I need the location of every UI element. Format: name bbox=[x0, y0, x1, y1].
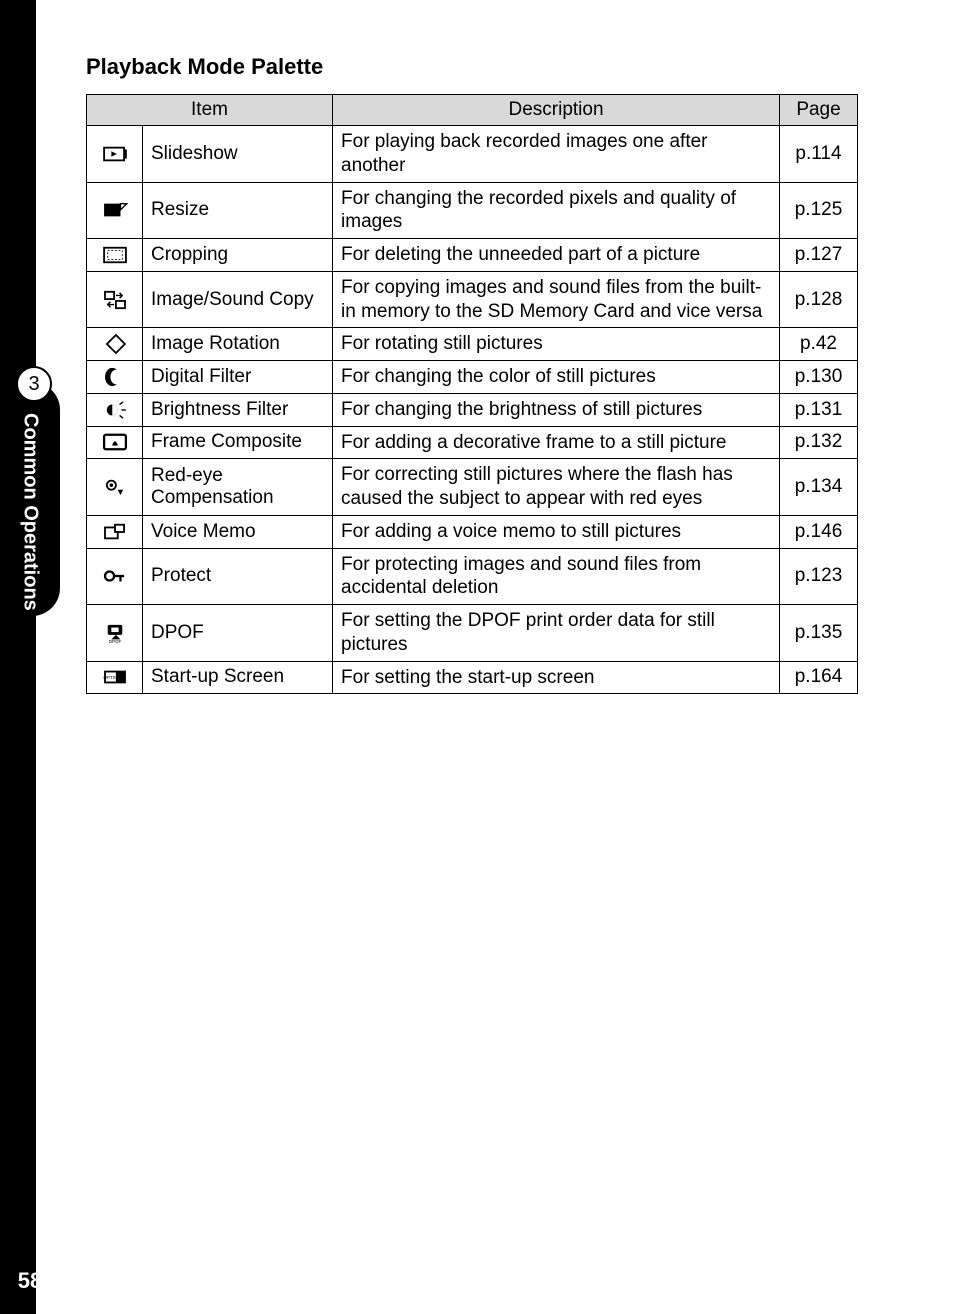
header-description: Description bbox=[333, 95, 780, 126]
item-name: DPOF bbox=[143, 605, 333, 662]
page-ref: p.125 bbox=[780, 182, 858, 239]
page-ref: p.127 bbox=[780, 239, 858, 272]
item-description: For playing back recorded images one aft… bbox=[333, 126, 780, 183]
item-description: For deleting the unneeded part of a pict… bbox=[333, 239, 780, 272]
item-name: Brightness Filter bbox=[143, 393, 333, 426]
table-row: Digital FilterFor changing the color of … bbox=[87, 361, 858, 394]
table-row: ResizeFor changing the recorded pixels a… bbox=[87, 182, 858, 239]
page-ref: p.128 bbox=[780, 271, 858, 328]
startup-icon bbox=[87, 661, 143, 694]
header-page: Page bbox=[780, 95, 858, 126]
page-ref: p.135 bbox=[780, 605, 858, 662]
item-name: Image Rotation bbox=[143, 328, 333, 361]
rotate-icon bbox=[87, 328, 143, 361]
content-area: Playback Mode Palette Item Description P… bbox=[86, 54, 858, 694]
item-name: Resize bbox=[143, 182, 333, 239]
page-ref: p.132 bbox=[780, 426, 858, 459]
crop-icon bbox=[87, 239, 143, 272]
page-title: Playback Mode Palette bbox=[86, 54, 858, 80]
item-description: For adding a decorative frame to a still… bbox=[333, 426, 780, 459]
item-name: Protect bbox=[143, 548, 333, 605]
item-description: For copying images and sound files from … bbox=[333, 271, 780, 328]
brightness-icon bbox=[87, 393, 143, 426]
table-row: Voice MemoFor adding a voice memo to sti… bbox=[87, 515, 858, 548]
item-name: Frame Composite bbox=[143, 426, 333, 459]
page-ref: p.164 bbox=[780, 661, 858, 694]
table-row: Red-eye CompensationFor correcting still… bbox=[87, 459, 858, 516]
table-row: Start-up ScreenFor setting the start-up … bbox=[87, 661, 858, 694]
page-ref: p.123 bbox=[780, 548, 858, 605]
page: 3 Common Operations Playback Mode Palett… bbox=[0, 0, 954, 1314]
item-name: Start-up Screen bbox=[143, 661, 333, 694]
table-row: Frame CompositeFor adding a decorative f… bbox=[87, 426, 858, 459]
item-name: Red-eye Compensation bbox=[143, 459, 333, 516]
page-ref: p.134 bbox=[780, 459, 858, 516]
palette-table: Item Description Page SlideshowFor playi… bbox=[86, 94, 858, 694]
item-description: For setting the start-up screen bbox=[333, 661, 780, 694]
copy-icon bbox=[87, 271, 143, 328]
item-name: Slideshow bbox=[143, 126, 333, 183]
page-ref: p.131 bbox=[780, 393, 858, 426]
slideshow-icon bbox=[87, 126, 143, 183]
item-name: Digital Filter bbox=[143, 361, 333, 394]
item-description: For changing the recorded pixels and qua… bbox=[333, 182, 780, 239]
item-name: Cropping bbox=[143, 239, 333, 272]
chapter-tab: 3 Common Operations bbox=[0, 382, 60, 616]
redeye-icon bbox=[87, 459, 143, 516]
chapter-label: Common Operations bbox=[0, 412, 60, 612]
frame-icon bbox=[87, 426, 143, 459]
voice-memo-icon bbox=[87, 515, 143, 548]
table-row: CroppingFor deleting the unneeded part o… bbox=[87, 239, 858, 272]
item-description: For changing the color of still pictures bbox=[333, 361, 780, 394]
item-description: For setting the DPOF print order data fo… bbox=[333, 605, 780, 662]
page-ref: p.146 bbox=[780, 515, 858, 548]
page-ref: p.114 bbox=[780, 126, 858, 183]
table-row: DPOFFor setting the DPOF print order dat… bbox=[87, 605, 858, 662]
item-description: For correcting still pictures where the … bbox=[333, 459, 780, 516]
left-black-strip bbox=[0, 0, 36, 1314]
table-row: Image/Sound CopyFor copying images and s… bbox=[87, 271, 858, 328]
item-description: For changing the brightness of still pic… bbox=[333, 393, 780, 426]
table-row: Brightness FilterFor changing the bright… bbox=[87, 393, 858, 426]
item-description: For protecting images and sound files fr… bbox=[333, 548, 780, 605]
table-row: Image RotationFor rotating still picture… bbox=[87, 328, 858, 361]
table-header: Item Description Page bbox=[87, 95, 858, 126]
item-name: Image/Sound Copy bbox=[143, 271, 333, 328]
item-description: For rotating still pictures bbox=[333, 328, 780, 361]
page-ref: p.42 bbox=[780, 328, 858, 361]
page-number: 58 bbox=[12, 1268, 48, 1294]
header-item: Item bbox=[87, 95, 333, 126]
item-name: Voice Memo bbox=[143, 515, 333, 548]
chapter-number-badge: 3 bbox=[16, 366, 52, 402]
protect-icon bbox=[87, 548, 143, 605]
resize-icon bbox=[87, 182, 143, 239]
table-row: ProtectFor protecting images and sound f… bbox=[87, 548, 858, 605]
page-ref: p.130 bbox=[780, 361, 858, 394]
dpof-icon bbox=[87, 605, 143, 662]
table-row: SlideshowFor playing back recorded image… bbox=[87, 126, 858, 183]
item-description: For adding a voice memo to still picture… bbox=[333, 515, 780, 548]
digital-filter-icon bbox=[87, 361, 143, 394]
chapter-tab-body: 3 Common Operations bbox=[0, 382, 60, 616]
